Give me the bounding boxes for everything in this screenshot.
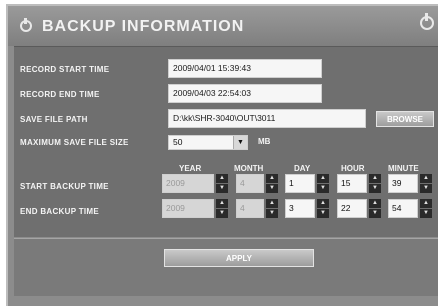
arrow-up-icon: ▲ — [216, 174, 228, 183]
apply-button[interactable]: APPLY — [164, 249, 314, 267]
end-year-stepper: ▲ ▼ — [216, 199, 228, 218]
start-minute-field[interactable]: 39 — [388, 174, 418, 193]
record-start-label: RECORD START TIME — [20, 65, 110, 74]
arrow-down-icon: ▼ — [266, 209, 278, 218]
end-backup-label: END BACKUP TIME — [20, 207, 100, 216]
arrow-down-icon[interactable]: ▼ — [369, 209, 381, 218]
record-end-label: RECORD END TIME — [20, 90, 100, 99]
arrow-down-icon[interactable]: ▼ — [317, 184, 329, 193]
end-year-field: 2009 — [162, 199, 214, 218]
arrow-up-icon[interactable]: ▲ — [369, 199, 381, 208]
start-day-stepper[interactable]: ▲ ▼ — [317, 174, 329, 193]
record-start-field: 2009/04/01 15:39:43 — [168, 59, 322, 78]
arrow-down-icon: ▼ — [216, 209, 228, 218]
arrow-down-icon[interactable]: ▼ — [420, 184, 432, 193]
apply-area: APPLY — [14, 238, 438, 296]
end-month-field: 4 — [236, 199, 264, 218]
end-day-stepper[interactable]: ▲ ▼ — [317, 199, 329, 218]
start-year-stepper: ▲ ▼ — [216, 174, 228, 193]
arrow-up-icon: ▲ — [266, 199, 278, 208]
arrow-down-icon: ▼ — [216, 184, 228, 193]
start-hour-stepper[interactable]: ▲ ▼ — [369, 174, 381, 193]
start-hour-field[interactable]: 15 — [337, 174, 367, 193]
arrow-down-icon: ▼ — [266, 184, 278, 193]
power-icon[interactable] — [420, 13, 434, 30]
end-minute-field[interactable]: 54 — [388, 199, 418, 218]
max-size-value: 50 — [173, 137, 183, 147]
start-month-stepper: ▲ ▼ — [266, 174, 278, 193]
arrow-up-icon[interactable]: ▲ — [317, 199, 329, 208]
window-title: BACKUP INFORMATION — [42, 18, 245, 35]
end-month-stepper: ▲ ▼ — [266, 199, 278, 218]
record-end-field: 2009/04/03 22:54:03 — [168, 84, 322, 103]
end-minute-stepper[interactable]: ▲ ▼ — [420, 199, 432, 218]
title-bar: BACKUP INFORMATION — [8, 6, 438, 46]
arrow-up-icon[interactable]: ▲ — [369, 174, 381, 183]
col-hour: HOUR — [341, 164, 365, 173]
max-size-select[interactable]: 50 ▼ — [168, 135, 248, 150]
col-day: DAY — [294, 164, 311, 173]
backup-icon — [20, 18, 32, 32]
save-path-field[interactable]: D:\kk\SHR-3040\OUT\3011 — [168, 109, 366, 128]
end-hour-field[interactable]: 22 — [337, 199, 367, 218]
start-month-field: 4 — [236, 174, 264, 193]
arrow-up-icon: ▲ — [216, 199, 228, 208]
arrow-down-icon[interactable]: ▼ — [420, 209, 432, 218]
end-hour-stepper[interactable]: ▲ ▼ — [369, 199, 381, 218]
backup-window: BACKUP INFORMATION RECORD START TIME 200… — [6, 4, 438, 306]
col-month: MONTH — [234, 164, 264, 173]
start-day-field[interactable]: 1 — [285, 174, 315, 193]
start-backup-label: START BACKUP TIME — [20, 182, 109, 191]
max-size-label: MAXIMUM SAVE FILE SIZE — [20, 138, 129, 147]
arrow-up-icon[interactable]: ▲ — [420, 199, 432, 208]
arrow-up-icon[interactable]: ▲ — [420, 174, 432, 183]
arrow-up-icon[interactable]: ▲ — [317, 174, 329, 183]
start-year-field: 2009 — [162, 174, 214, 193]
chevron-down-icon[interactable]: ▼ — [233, 136, 247, 149]
arrow-down-icon[interactable]: ▼ — [369, 184, 381, 193]
start-minute-stepper[interactable]: ▲ ▼ — [420, 174, 432, 193]
col-year: YEAR — [179, 164, 202, 173]
col-minute: MINUTE — [388, 164, 419, 173]
arrow-down-icon[interactable]: ▼ — [317, 209, 329, 218]
browse-button[interactable]: BROWSE — [376, 111, 434, 127]
end-day-field[interactable]: 3 — [285, 199, 315, 218]
save-path-label: SAVE FILE PATH — [20, 115, 88, 124]
arrow-up-icon: ▲ — [266, 174, 278, 183]
size-unit: MB — [258, 137, 271, 146]
